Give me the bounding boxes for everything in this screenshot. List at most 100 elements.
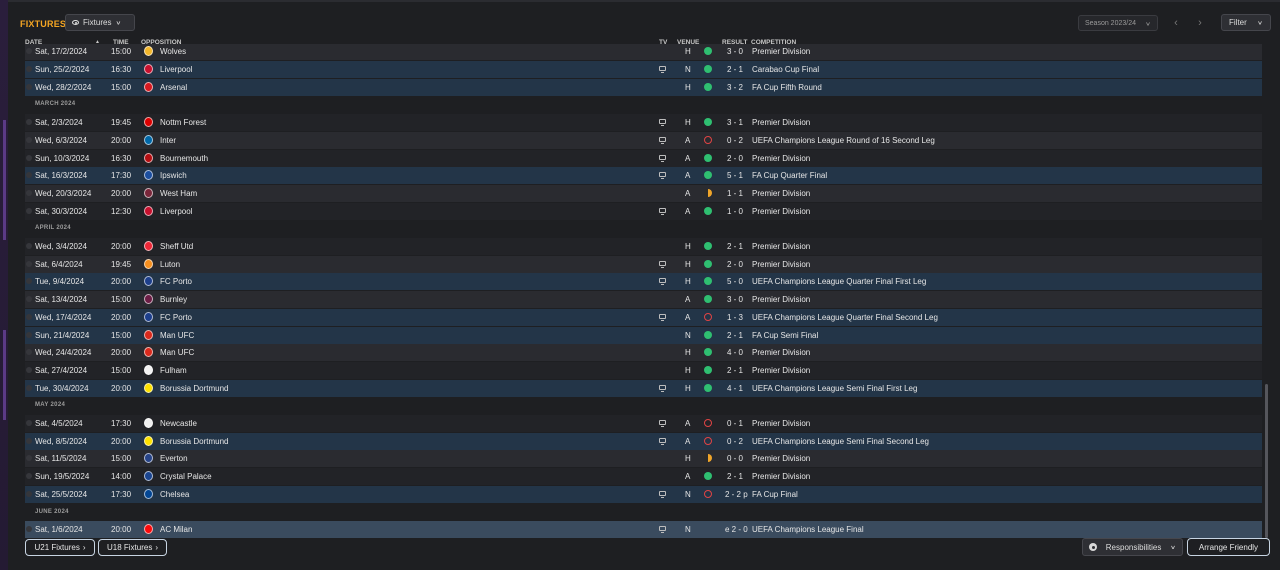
view-dropdown[interactable]: Fixtures ∨ <box>65 14 135 31</box>
opposition-link[interactable]: Fulham <box>160 366 187 375</box>
fixture-row[interactable]: Wed, 6/3/2024 20:00 Inter A 0 - 2 UEFA Champi… <box>25 131 1262 149</box>
fixture-row[interactable]: Wed, 20/3/2024 20:00 West Ham A 1 - 1 Premier… <box>25 184 1262 202</box>
opposition-link[interactable]: Man UFC <box>160 348 194 357</box>
match-result[interactable]: 3 - 0 <box>725 47 743 56</box>
opposition-link[interactable]: Bournemouth <box>160 154 208 163</box>
match-result[interactable]: 0 - 2 <box>725 437 743 446</box>
match-result[interactable]: 0 - 0 <box>725 454 743 463</box>
fixture-row[interactable]: Sat, 16/3/2024 17:30 Ipswich A 5 - 1 FA Cup Q… <box>25 167 1262 185</box>
scrollbar[interactable] <box>1265 384 1268 538</box>
match-result[interactable]: 3 - 2 <box>725 83 743 92</box>
competition-link[interactable]: Carabao Cup Final <box>752 65 819 74</box>
competition-link[interactable]: Premier Division <box>752 454 810 463</box>
match-result[interactable]: 5 - 0 <box>725 277 743 286</box>
match-result[interactable]: 2 - 2 p <box>725 490 748 499</box>
competition-link[interactable]: UEFA Champions League Round of 16 Second… <box>752 136 935 145</box>
competition-link[interactable]: FA Cup Fifth Round <box>752 83 822 92</box>
match-result[interactable]: 0 - 1 <box>725 419 743 428</box>
fixture-row[interactable]: Sun, 25/2/2024 16:30 Liverpool N 2 - 1 Caraba… <box>25 61 1262 78</box>
competition-link[interactable]: Premier Division <box>752 118 810 127</box>
fixture-row[interactable]: Sat, 25/5/2024 17:30 Chelsea N 2 - 2 p FA Cup… <box>25 485 1262 503</box>
opposition-link[interactable]: Ipswich <box>160 171 187 180</box>
opposition-link[interactable]: Newcastle <box>160 419 197 428</box>
opposition-link[interactable]: Chelsea <box>160 490 189 499</box>
opposition-link[interactable]: West Ham <box>160 189 197 198</box>
competition-link[interactable]: FA Cup Quarter Final <box>752 171 827 180</box>
competition-link[interactable]: Premier Division <box>752 154 810 163</box>
opposition-link[interactable]: Luton <box>160 260 180 269</box>
competition-link[interactable]: Premier Division <box>752 295 810 304</box>
fixture-row[interactable]: Wed, 8/5/2024 20:00 Borussia Dortmund A 0 - … <box>25 432 1262 450</box>
u21-fixtures-button[interactable]: U21 Fixtures › <box>25 539 95 556</box>
competition-link[interactable]: Premier Division <box>752 419 810 428</box>
opposition-link[interactable]: Crystal Palace <box>160 472 212 481</box>
fixture-row[interactable]: Sat, 6/4/2024 19:45 Luton H 2 - 0 Premier Div… <box>25 255 1262 273</box>
opposition-link[interactable]: Borussia Dortmund <box>160 384 228 393</box>
competition-link[interactable]: UEFA Champions League Quarter Final Seco… <box>752 313 938 322</box>
match-result[interactable]: 2 - 1 <box>725 242 743 251</box>
fixture-row[interactable]: Sun, 21/4/2024 15:00 Man UFC N 2 - 1 FA Cup S… <box>25 326 1262 344</box>
fixture-row[interactable]: Sat, 1/6/2024 20:00 AC Milan Ne 2 - 0 UEFA C… <box>25 521 1262 538</box>
fixture-row[interactable]: Sat, 4/5/2024 17:30 Newcastle A 0 - 1 Premier… <box>25 415 1262 432</box>
fixture-row[interactable]: Wed, 17/4/2024 20:00 FC Porto A 1 - 3 UEFA Ch… <box>25 308 1262 326</box>
competition-link[interactable]: Premier Division <box>752 260 810 269</box>
competition-link[interactable]: Premier Division <box>752 472 810 481</box>
fixture-row[interactable]: Sat, 27/4/2024 15:00 Fulham H 2 - 1 Premier D… <box>25 361 1262 379</box>
opposition-link[interactable]: FC Porto <box>160 313 192 322</box>
match-result[interactable]: 2 - 1 <box>725 331 743 340</box>
opposition-link[interactable]: FC Porto <box>160 277 192 286</box>
competition-link[interactable]: Premier Division <box>752 366 810 375</box>
match-result[interactable]: 2 - 0 <box>725 154 743 163</box>
match-result[interactable]: 4 - 1 <box>725 384 743 393</box>
opposition-link[interactable]: Inter <box>160 136 176 145</box>
match-result[interactable]: 2 - 1 <box>725 65 743 74</box>
match-result[interactable]: e 2 - 0 <box>725 525 748 534</box>
u18-fixtures-button[interactable]: U18 Fixtures › <box>98 539 167 556</box>
fixture-row[interactable]: Sat, 11/5/2024 15:00 Everton H 0 - 0 Premier … <box>25 450 1262 468</box>
fixture-row[interactable]: Sat, 2/3/2024 19:45 Nottm Forest H 3 - 1 Prem… <box>25 114 1262 132</box>
match-result[interactable]: 2 - 1 <box>725 472 743 481</box>
opposition-link[interactable]: AC Milan <box>160 525 192 534</box>
opposition-link[interactable]: Arsenal <box>160 83 187 92</box>
fixture-row[interactable]: Tue, 9/4/2024 20:00 FC Porto H 5 - 0 UEFA Cha… <box>25 273 1262 291</box>
opposition-link[interactable]: Everton <box>160 454 188 463</box>
opposition-link[interactable]: Nottm Forest <box>160 118 206 127</box>
arrange-friendly-button[interactable]: Arrange Friendly <box>1187 538 1270 556</box>
competition-link[interactable]: UEFA Champions League Quarter Final Firs… <box>752 277 926 286</box>
competition-link[interactable]: Premier Division <box>752 189 810 198</box>
match-result[interactable]: 1 - 0 <box>725 207 743 216</box>
match-result[interactable]: 5 - 1 <box>725 171 743 180</box>
competition-link[interactable]: FA Cup Final <box>752 490 798 499</box>
match-result[interactable]: 1 - 1 <box>725 189 743 198</box>
responsibilities-button[interactable]: Responsibilities ∨ <box>1082 538 1183 556</box>
competition-link[interactable]: Premier Division <box>752 47 810 56</box>
match-result[interactable]: 1 - 3 <box>725 313 743 322</box>
previous-button[interactable]: ‹ <box>1166 15 1186 31</box>
fixture-row[interactable]: Tue, 30/4/2024 20:00 Borussia Dortmund H 4 -… <box>25 379 1262 397</box>
opposition-link[interactable]: Liverpool <box>160 65 192 74</box>
opposition-link[interactable]: Liverpool <box>160 207 192 216</box>
fixture-row[interactable]: Sun, 19/5/2024 14:00 Crystal Palace A 2 - 1 P… <box>25 468 1262 486</box>
opposition-link[interactable]: Borussia Dortmund <box>160 437 228 446</box>
match-result[interactable]: 0 - 2 <box>725 136 743 145</box>
competition-link[interactable]: Premier Division <box>752 348 810 357</box>
competition-link[interactable]: UEFA Champions League Final <box>752 525 864 534</box>
fixture-row[interactable]: Sat, 17/2/2024 15:00 Wolves H 3 - 0 Premier D… <box>25 44 1262 61</box>
season-dropdown[interactable]: Season 2023/24 ∨ <box>1078 15 1158 31</box>
match-result[interactable]: 3 - 0 <box>725 295 743 304</box>
filter-button[interactable]: Filter ∨ <box>1221 14 1271 31</box>
match-result[interactable]: 2 - 1 <box>725 366 743 375</box>
opposition-link[interactable]: Burnley <box>160 295 187 304</box>
opposition-link[interactable]: Sheff Utd <box>160 242 193 251</box>
opposition-link[interactable]: Man UFC <box>160 331 194 340</box>
opposition-link[interactable]: Wolves <box>160 47 186 56</box>
fixture-row[interactable]: Sat, 13/4/2024 15:00 Burnley A 3 - 0 Premier … <box>25 291 1262 309</box>
competition-link[interactable]: UEFA Champions League Semi Final First L… <box>752 384 917 393</box>
match-result[interactable]: 4 - 0 <box>725 348 743 357</box>
competition-link[interactable]: Premier Division <box>752 242 810 251</box>
next-button[interactable]: › <box>1190 15 1210 31</box>
fixture-row[interactable]: Wed, 24/4/2024 20:00 Man UFC H 4 - 0 Premier … <box>25 344 1262 362</box>
competition-link[interactable]: UEFA Champions League Semi Final Second … <box>752 437 929 446</box>
competition-link[interactable]: Premier Division <box>752 207 810 216</box>
match-result[interactable]: 3 - 1 <box>725 118 743 127</box>
